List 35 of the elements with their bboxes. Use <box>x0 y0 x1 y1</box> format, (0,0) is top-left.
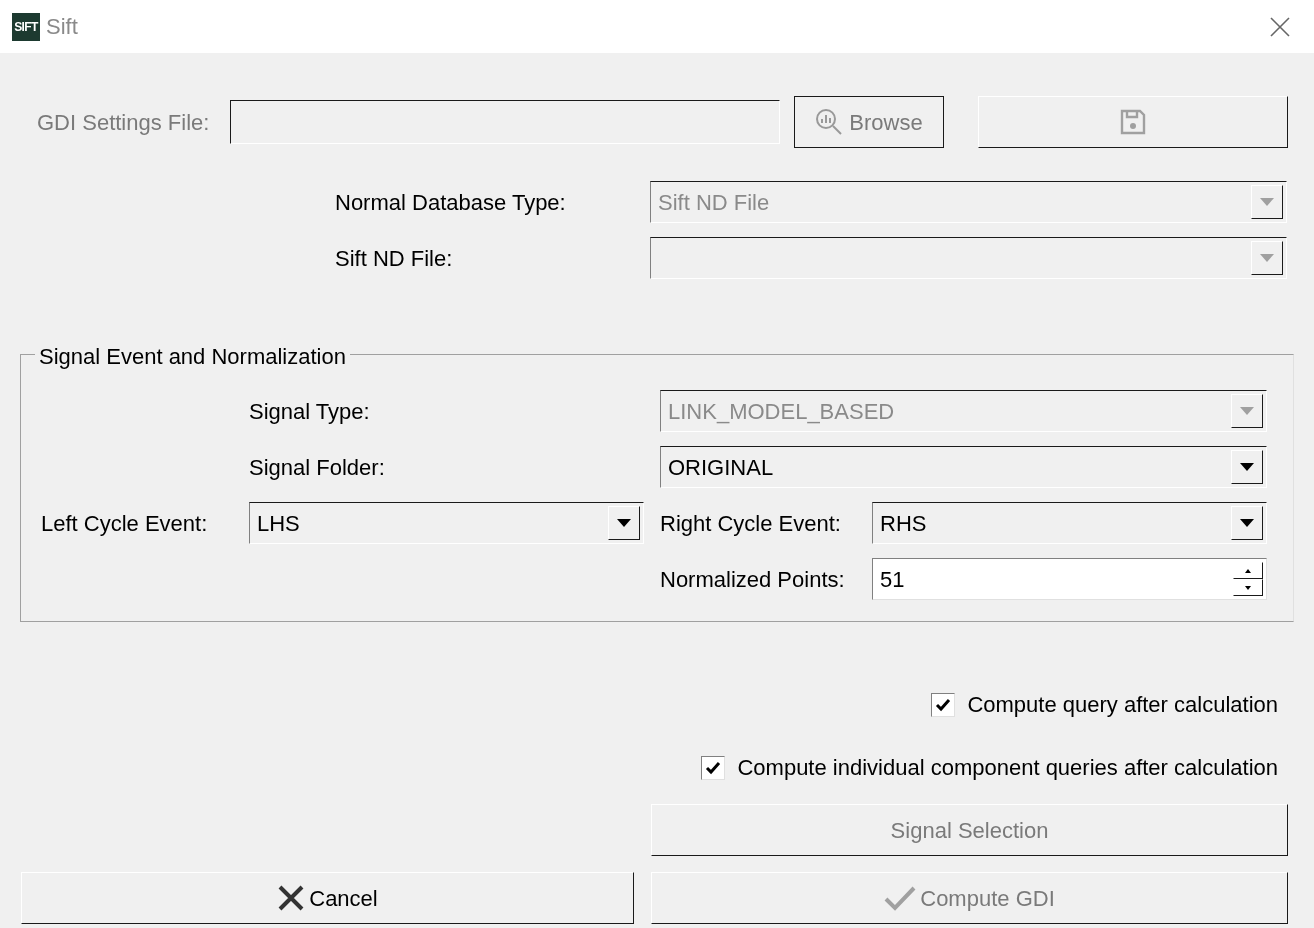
cross-icon <box>277 884 306 912</box>
field-label: Sift ND File: <box>335 244 454 273</box>
window-title: Sift <box>46 13 78 41</box>
field-label: Left Cycle Event: <box>41 509 209 538</box>
dropdown-caret-icon <box>617 519 631 527</box>
dropdown-field[interactable]: RHS <box>872 502 1267 544</box>
checkbox[interactable] <box>931 692 956 717</box>
dropdown-caret-icon <box>1260 254 1274 262</box>
dropdown-caret-icon <box>1240 463 1254 471</box>
cancel-button[interactable]: Cancel <box>21 872 634 924</box>
down-caret-icon[interactable] <box>1245 585 1251 590</box>
field-label: Normalized Points: <box>660 565 846 594</box>
up-caret-icon[interactable] <box>1245 568 1251 573</box>
field-label: Signal Folder: <box>249 453 386 482</box>
check-icon <box>935 697 952 712</box>
dropdown-field[interactable]: ORIGINAL <box>660 446 1267 488</box>
field-label: Right Cycle Event: <box>660 509 842 538</box>
dropdown-caret-icon <box>1240 519 1254 527</box>
check-icon <box>884 885 917 911</box>
save-icon <box>1119 108 1147 136</box>
checkbox-label: Compute individual component queries after calculation <box>737 754 1278 782</box>
app-logo: SIFT <box>12 12 40 41</box>
spin-box[interactable]: 51 <box>872 558 1267 600</box>
dropdown-caret-icon <box>1240 407 1254 415</box>
field-label: Normal Database Type: <box>335 188 567 217</box>
search-chart-icon <box>815 108 844 136</box>
dropdown-caret-icon <box>1260 198 1274 206</box>
dropdown-field[interactable]: LHS <box>249 502 644 544</box>
checkbox-label: Compute query after calculation <box>967 691 1278 719</box>
field-label: Signal Type: <box>249 397 371 426</box>
field-label: GDI Settings File: <box>37 108 211 137</box>
close-icon[interactable] <box>1270 16 1290 37</box>
check-icon <box>705 760 722 775</box>
checkbox[interactable] <box>701 755 726 780</box>
settings-file-field[interactable] <box>230 100 780 144</box>
